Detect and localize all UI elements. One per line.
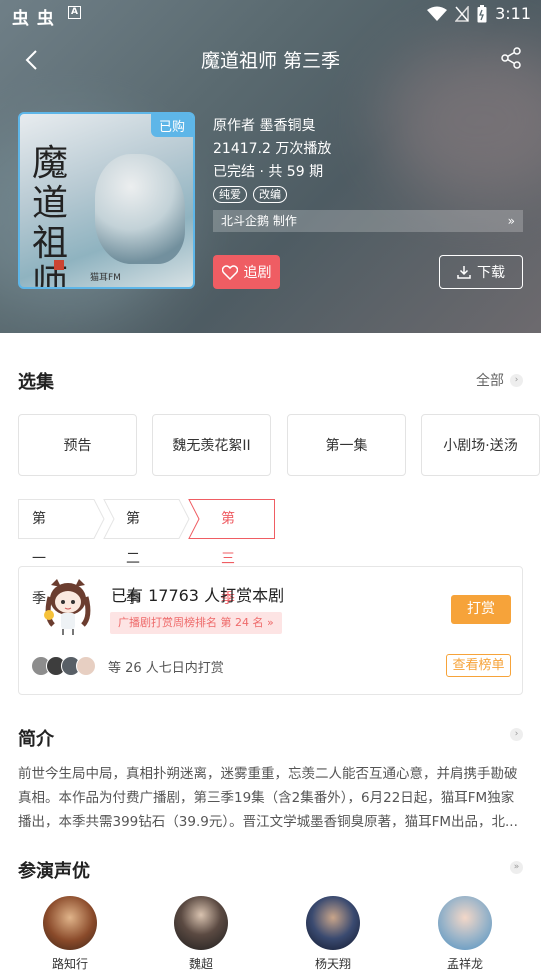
- episode-item[interactable]: 第一集: [287, 414, 406, 476]
- cover-figure: [95, 154, 185, 264]
- episode-item[interactable]: 小剧场·送汤: [421, 414, 540, 476]
- avatar: [76, 656, 96, 676]
- chevron-right-icon: ›: [510, 728, 523, 741]
- status-right: 3:11: [427, 4, 531, 23]
- tip-button[interactable]: 打赏: [451, 595, 511, 624]
- episodes-all-link[interactable]: 全部 ›: [476, 370, 523, 390]
- intro-text: 前世今生局中局，真相扑朔迷离，迷雾重重，忘羡二人能否互通心意，并肩携手勘破真相。…: [18, 766, 518, 830]
- episodes-title: 选集: [18, 372, 54, 393]
- intro-title: 简介: [18, 729, 54, 750]
- cast-avatar[interactable]: [174, 896, 228, 950]
- follow-button[interactable]: 追剧: [213, 255, 280, 289]
- no-signal-icon: [455, 5, 469, 22]
- producer-text: 北斗企鹅 制作: [221, 214, 297, 228]
- cover-seal: [54, 260, 64, 270]
- tag-chip[interactable]: 纯爱: [213, 186, 247, 203]
- heart-icon: [221, 264, 238, 280]
- album-cover[interactable]: 魔道祖师 猫耳FM 已购: [18, 112, 195, 289]
- cast-avatar[interactable]: [438, 896, 492, 950]
- season-tab-2[interactable]: 第二季: [126, 499, 140, 607]
- episode-item[interactable]: 魏无羡花絮II: [152, 414, 271, 476]
- all-label: 全部: [476, 373, 504, 389]
- chevron-down-icon: »: [510, 861, 523, 874]
- intro-expand[interactable]: ›: [510, 728, 523, 741]
- cast-name: 路知行: [51, 957, 88, 971]
- page-title: 魔道祖师 第三季: [200, 50, 341, 72]
- rank-text: 广播剧打赏周榜排名 第 24 名: [118, 616, 264, 629]
- plays-text: 21417.2 万次播放: [213, 141, 332, 157]
- season-tab-outline: [18, 499, 275, 539]
- rank-badge[interactable]: 广播剧打赏周榜排名 第 24 名 »: [110, 612, 282, 634]
- cast-avatar[interactable]: [43, 896, 97, 950]
- weekly-tippers-text: 等 26 人七日内打赏: [108, 661, 224, 676]
- download-icon: [457, 266, 471, 279]
- cast-name: 孟祥龙: [446, 957, 483, 971]
- purchased-badge: 已购: [150, 114, 193, 137]
- status-left-icons: 虫 虫: [12, 9, 55, 29]
- cast-name: 杨天翔: [314, 957, 351, 971]
- status-time: 3:11: [495, 4, 531, 23]
- producer-bar[interactable]: 北斗企鹅 制作 »: [213, 210, 523, 232]
- nav-bar: 魔道祖师 第三季: [0, 40, 541, 80]
- author-text: 原作者 墨香铜臭: [213, 118, 316, 134]
- chevron-right-icon: ›: [510, 373, 523, 387]
- episodes-text: 已完结 · 共 59 期: [213, 164, 324, 180]
- mascot-icon: [44, 579, 91, 635]
- download-button[interactable]: 下载: [439, 255, 523, 289]
- view-ranking-button[interactable]: 查看榜单: [446, 654, 511, 677]
- cast-avatar[interactable]: [306, 896, 360, 950]
- tipper-avatars: [31, 656, 96, 676]
- download-label: 下载: [477, 265, 505, 281]
- follow-label: 追剧: [243, 265, 272, 281]
- reward-title: 已有 17763 人打赏本剧: [111, 586, 285, 605]
- season-tab-1[interactable]: 第一季: [32, 499, 46, 607]
- season-tab-3-active[interactable]: 第三季: [221, 499, 235, 607]
- tag-chip[interactable]: 改编: [253, 186, 287, 203]
- double-chevron-right-icon: »: [267, 616, 274, 629]
- wifi-icon: [427, 6, 448, 21]
- double-chevron-right-icon: »: [507, 214, 515, 228]
- cover-publisher: 猫耳FM: [90, 273, 121, 283]
- cast-title: 参演声优: [18, 861, 90, 882]
- notification-icon: A: [68, 6, 81, 19]
- header-banner: 虫 虫 A 3:11 魔道祖师 第三季 魔道祖师 猫耳FM 已购 原作者 墨香铜…: [0, 0, 541, 333]
- share-icon[interactable]: [499, 46, 523, 70]
- tag-list: 纯爱 改编: [213, 186, 331, 209]
- battery-icon: [477, 4, 487, 22]
- reward-card: 已有 17763 人打赏本剧 广播剧打赏周榜排名 第 24 名 » 打赏 等 2…: [18, 566, 523, 695]
- drama-info: 原作者 墨香铜臭 21417.2 万次播放 已完结 · 共 59 期 纯爱 改编: [213, 115, 331, 209]
- episode-item[interactable]: 预告: [18, 414, 137, 476]
- status-bar: 虫 虫 A 3:11: [0, 0, 541, 29]
- cast-name: 魏超: [188, 957, 213, 971]
- cast-expand[interactable]: »: [510, 861, 523, 874]
